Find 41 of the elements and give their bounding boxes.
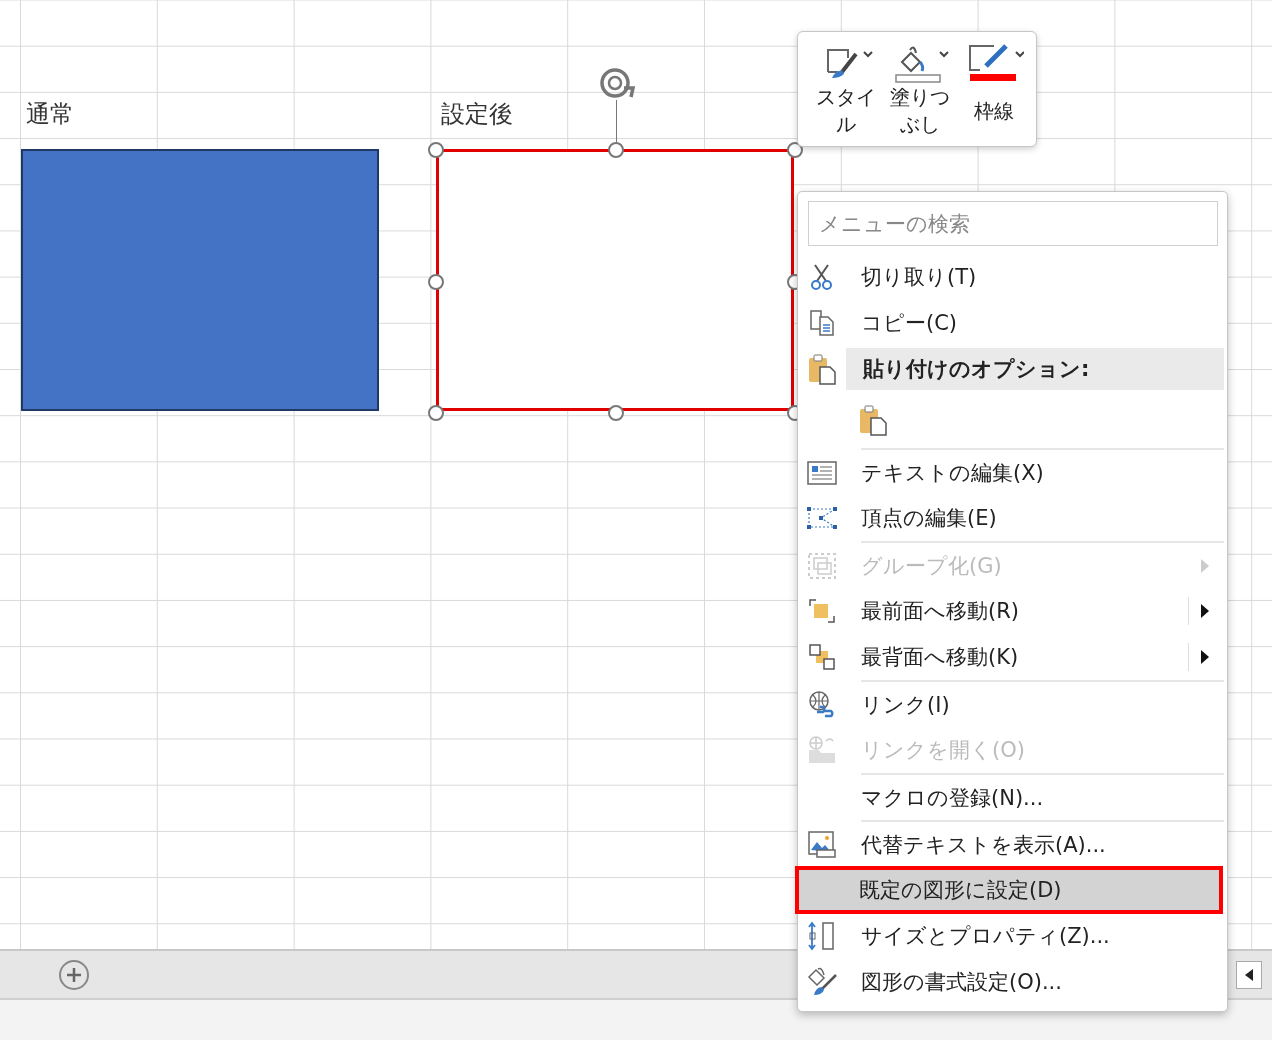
shape-label: 通常: [26, 99, 74, 130]
toolbar-button[interactable]: スタイル: [812, 42, 880, 138]
clipboard-icon: [807, 353, 837, 385]
left-arrow-icon: [1245, 969, 1253, 981]
bring-forward-icon: [808, 598, 836, 624]
paint-bucket-brush-icon: [806, 967, 838, 997]
menu-item[interactable]: 切り取り(T): [798, 254, 1227, 300]
add-sheet-icon[interactable]: [58, 958, 90, 991]
edit-points-icon: [806, 505, 838, 531]
scissors-icon: [809, 263, 835, 291]
menu-item[interactable]: 最背面へ移動(K): [798, 634, 1227, 680]
menu-item[interactable]: 図形の書式設定(O)...: [798, 959, 1227, 1005]
menu-item[interactable]: 代替テキストを表示(A)...: [798, 820, 1227, 867]
scroll-left-button[interactable]: [1236, 961, 1262, 989]
resize-handle[interactable]: [607, 142, 624, 158]
rectangle-shape[interactable]: [436, 149, 794, 411]
globe-link-icon: [807, 690, 837, 720]
resize-handle[interactable]: [428, 273, 444, 290]
menu-item[interactable]: コピー(C): [798, 300, 1227, 346]
resize-handle[interactable]: [607, 405, 624, 421]
size-properties-icon: [807, 920, 837, 952]
resize-handle[interactable]: [428, 142, 444, 158]
shape-label: 設定後: [441, 99, 513, 130]
send-backward-icon: [808, 643, 836, 671]
paste-options-heading: 貼り付けのオプション:: [846, 348, 1224, 390]
menu-item[interactable]: 最前面へ移動(R): [798, 588, 1227, 634]
text-box-icon: [807, 461, 837, 485]
menu-item[interactable]: 既定の図形に設定(D): [796, 867, 1222, 913]
group-icon: [807, 552, 837, 580]
resize-handle[interactable]: [787, 142, 803, 158]
copy-icon: [808, 309, 836, 337]
open-folder-icon: [807, 735, 837, 765]
menu-search-field[interactable]: メニューの検索: [808, 201, 1218, 246]
rectangle-shape[interactable]: [21, 149, 379, 411]
toolbar-button[interactable]: 枠線: [960, 42, 1028, 138]
resize-handle[interactable]: [428, 405, 444, 421]
menu-item[interactable]: 頂点の編集(E): [798, 495, 1227, 541]
menu-item[interactable]: サイズとプロパティ(Z)...: [798, 913, 1227, 959]
picture-icon: [807, 830, 837, 860]
clipboard-icon: [858, 404, 888, 436]
toolbar-button[interactable]: 塗りつぶし: [886, 42, 954, 138]
